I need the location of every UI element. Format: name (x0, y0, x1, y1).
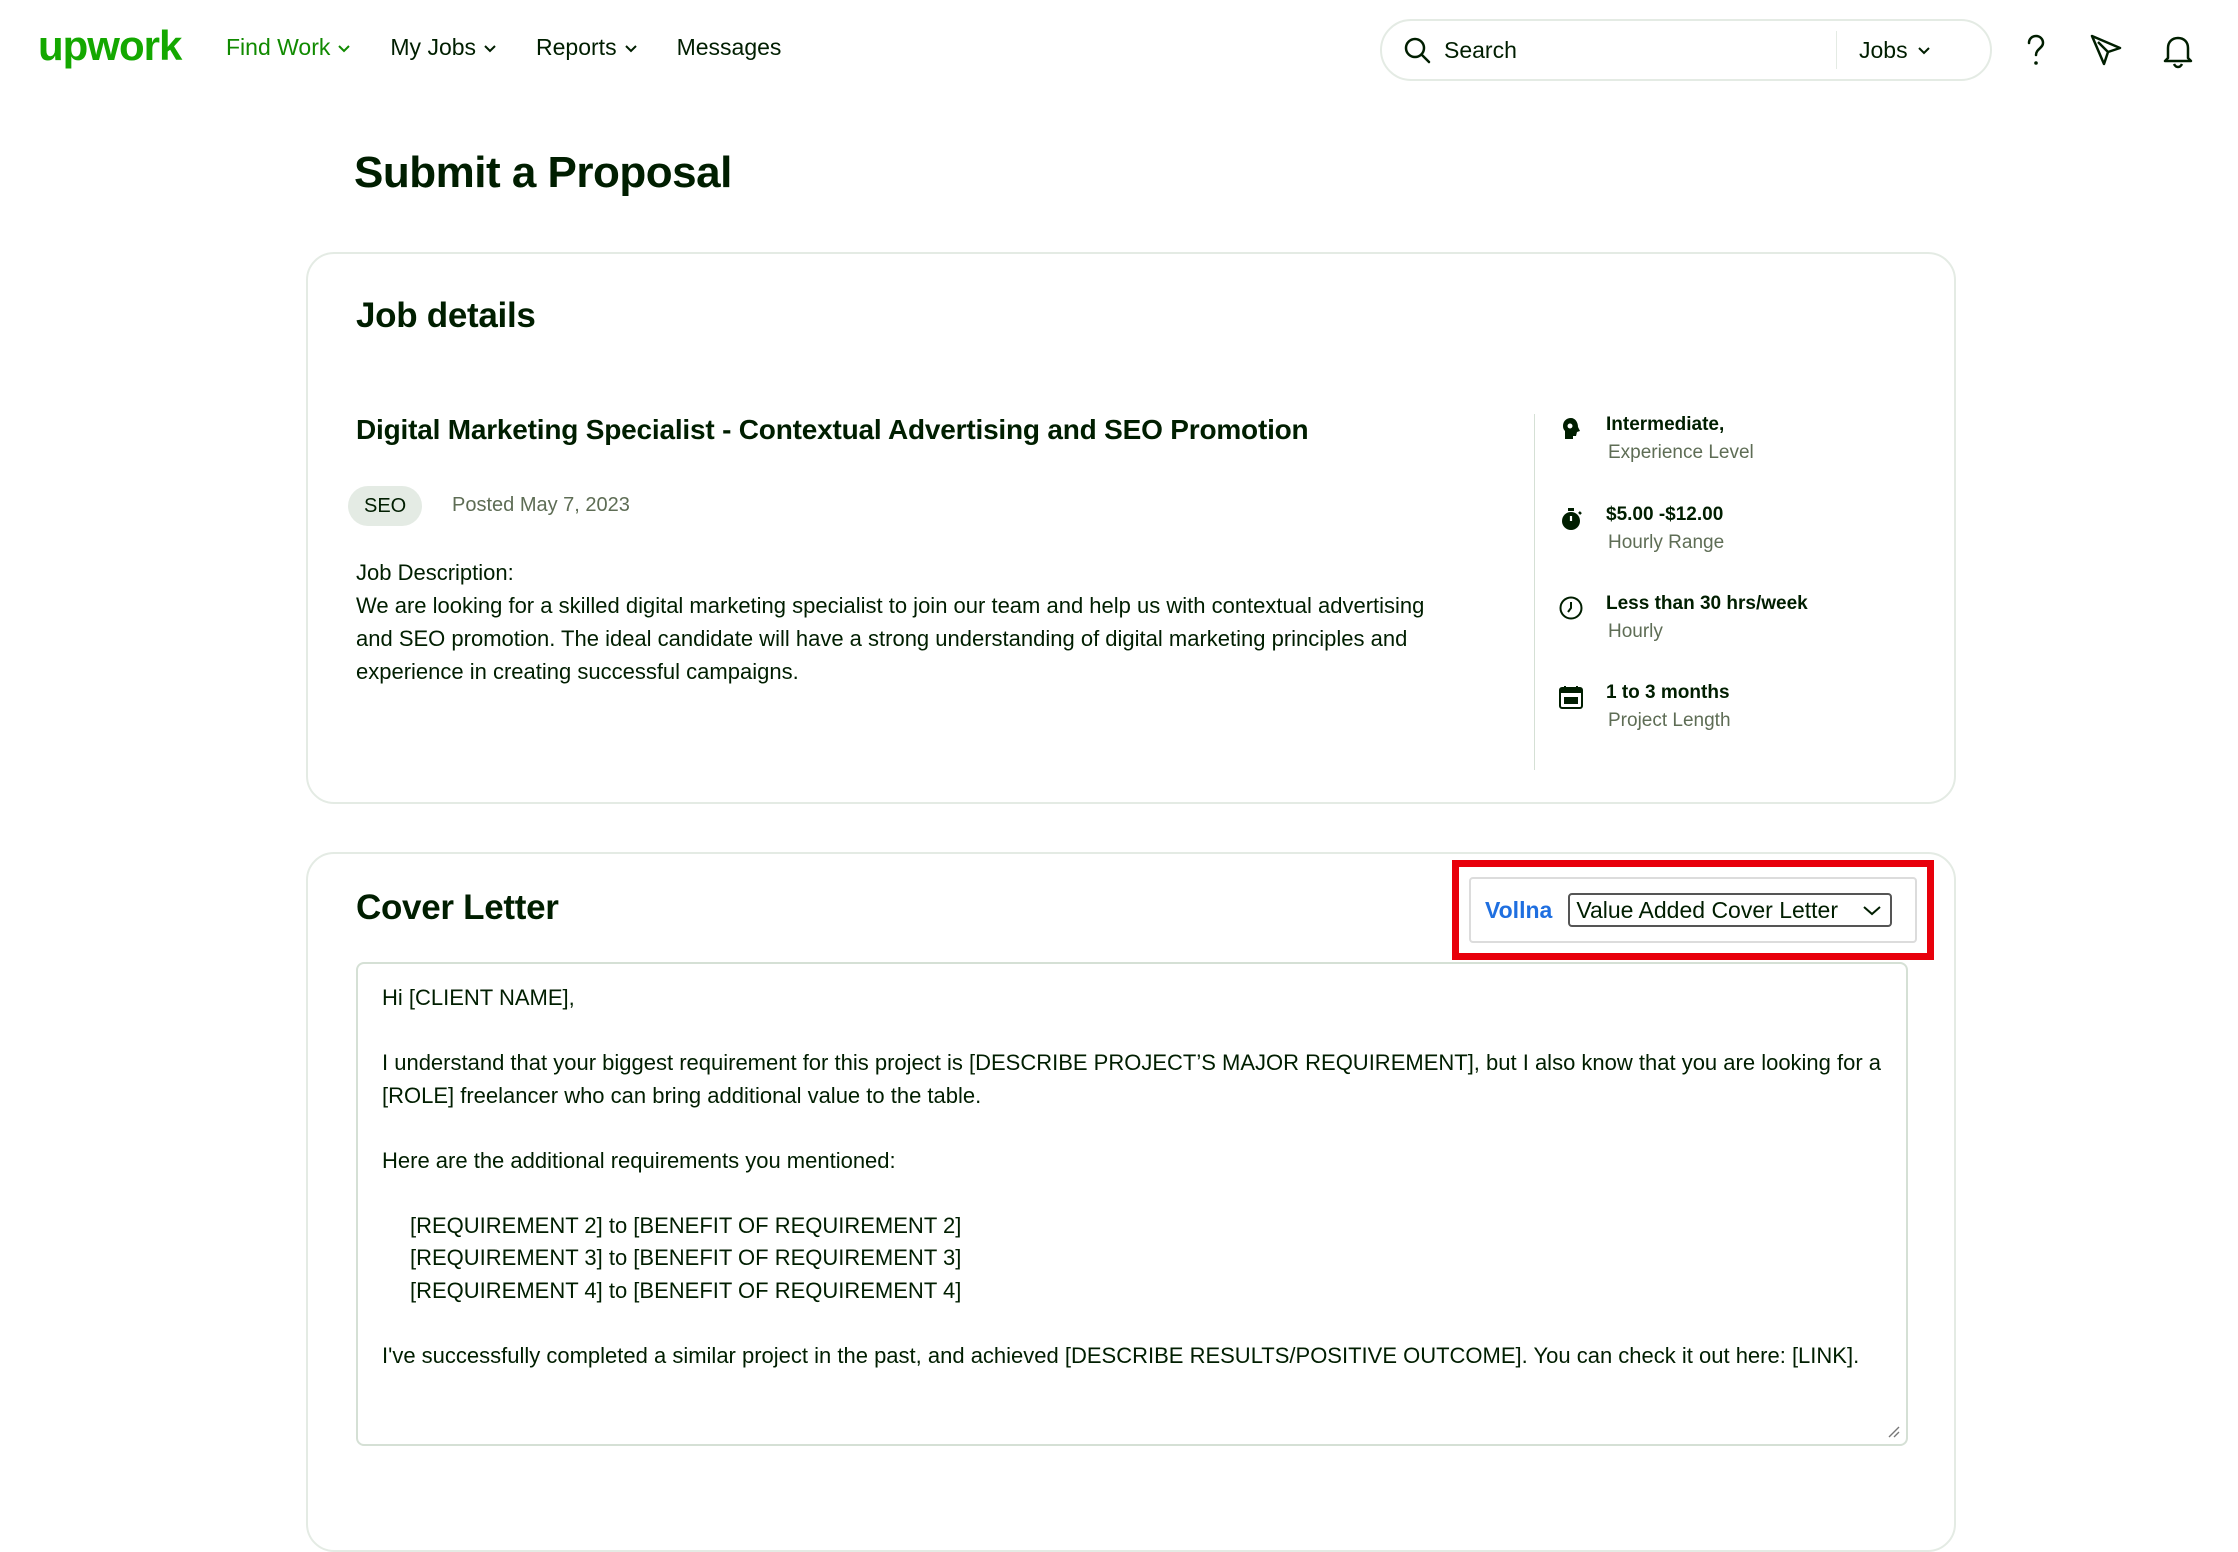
vollna-label: Vollna (1485, 896, 1553, 923)
notifications-bell-icon[interactable] (2158, 30, 2198, 70)
chevron-down-icon (1863, 906, 1881, 916)
letter-paragraph: Here are the additional requirements you… (382, 1147, 896, 1173)
job-description: Job Description: We are looking for a sk… (356, 556, 1436, 688)
job-details-heading: Job details (356, 296, 536, 335)
chevron-down-icon (484, 44, 496, 52)
main-nav: Find Work My Jobs Reports Messages (226, 34, 781, 61)
vollna-widget: Vollna Value Added Cover Letter (1469, 877, 1917, 943)
cover-letter-template-select[interactable]: Value Added Cover Letter (1568, 893, 1893, 927)
letter-blank-line (382, 1015, 1882, 1048)
nav-my-jobs[interactable]: My Jobs (390, 34, 498, 61)
search-icon (1404, 37, 1431, 64)
feature-main: 1 to 3 months (1606, 682, 1730, 703)
cover-letter-heading: Cover Letter (356, 888, 559, 927)
feature-main: Intermediate, (1606, 414, 1725, 435)
feature-hourly-range: $5.00 -$12.00 Hourly Range (1558, 502, 1918, 572)
search-divider (1836, 31, 1837, 69)
letter-blank-line (382, 1112, 1882, 1145)
letter-requirement: [REQUIREMENT 2] to [BENEFIT OF REQUIREME… (410, 1212, 962, 1238)
letter-blank-line (382, 1177, 1882, 1210)
upwork-logo[interactable]: upwork (38, 22, 182, 70)
feature-sub: Hourly Range (1608, 532, 1725, 553)
letter-paragraph: I understand that your biggest requireme… (382, 1050, 1882, 1108)
feature-sub: Experience Level (1608, 442, 1754, 463)
job-title: Digital Marketing Specialist - Contextua… (356, 414, 1309, 445)
feature-hours-per-week: Less than 30 hrs/week Hourly (1558, 591, 1918, 661)
letter-blank-line (382, 1307, 1882, 1340)
help-icon[interactable] (2016, 30, 2056, 70)
experience-level-icon (1563, 418, 1580, 439)
search-type-label: Jobs (1859, 36, 1908, 63)
feature-main: Less than 30 hrs/week (1606, 593, 1808, 614)
nav-reports[interactable]: Reports (536, 34, 639, 61)
feature-experience-level: Intermediate, Experience Level (1558, 412, 1918, 482)
nav-my-jobs-label: My Jobs (390, 34, 477, 60)
stopwatch-icon (1562, 508, 1582, 530)
vollna-highlight-box: Vollna Value Added Cover Letter (1452, 860, 1934, 960)
job-details-card: Job details Digital Marketing Specialist… (306, 252, 1956, 804)
posted-date: Posted May 7, 2023 (452, 494, 630, 516)
send-icon[interactable] (2086, 30, 2126, 70)
nav-find-work-label: Find Work (226, 34, 331, 60)
search-input[interactable] (1442, 35, 1836, 65)
nav-messages-label: Messages (676, 34, 782, 60)
letter-requirement: [REQUIREMENT 4] to [BENEFIT OF REQUIREME… (410, 1277, 962, 1303)
nav-reports-label: Reports (536, 34, 617, 60)
details-divider (1534, 414, 1535, 770)
feature-sub: Project Length (1608, 710, 1731, 731)
feature-sub: Hourly (1608, 621, 1663, 642)
letter-requirement: [REQUIREMENT 3] to [BENEFIT OF REQUIREME… (410, 1245, 962, 1270)
letter-paragraph: I've successfully completed a similar pr… (382, 1342, 1860, 1368)
calendar-icon (1559, 686, 1583, 709)
feature-main: $5.00 -$12.00 (1606, 504, 1724, 525)
resize-handle-icon[interactable] (1886, 1424, 1900, 1438)
search-bar: Jobs (1380, 19, 1992, 81)
cover-letter-card: Cover Letter Vollna Value Added Cover Le… (306, 852, 1956, 1552)
chevron-down-icon (1917, 47, 1930, 55)
nav-messages[interactable]: Messages (677, 34, 782, 61)
job-description-label: Job Description: (356, 560, 514, 585)
skill-tag[interactable]: SEO (348, 486, 423, 526)
template-select-value: Value Added Cover Letter (1576, 896, 1839, 923)
cover-letter-textarea[interactable]: Hi [CLIENT NAME], I understand that your… (356, 962, 1908, 1446)
nav-find-work[interactable]: Find Work (226, 34, 352, 61)
letter-greeting: Hi [CLIENT NAME], (382, 985, 575, 1010)
feature-project-length: 1 to 3 months Project Length (1558, 680, 1918, 750)
chevron-down-icon (624, 44, 637, 52)
search-type-dropdown[interactable]: Jobs (1859, 37, 1932, 64)
job-description-text: We are looking for a skilled digital mar… (356, 593, 1425, 684)
top-navigation: upwork Find Work My Jobs Reports Message… (0, 0, 2238, 100)
clock-icon (1559, 596, 1583, 620)
chevron-down-icon (338, 44, 351, 52)
page-title: Submit a Proposal (354, 148, 732, 197)
